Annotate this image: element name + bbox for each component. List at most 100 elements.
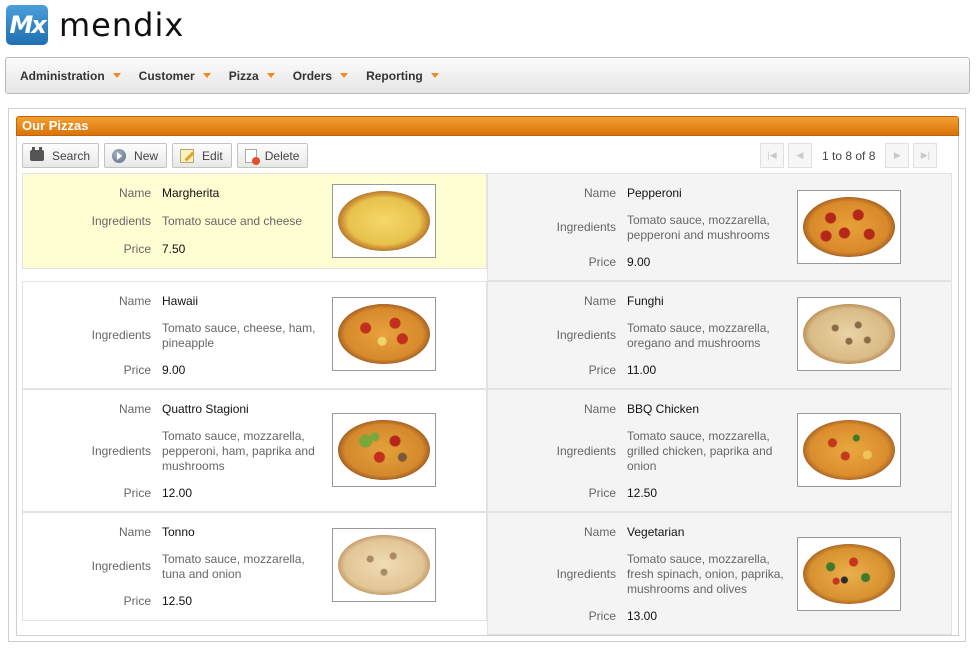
chevron-down-icon — [202, 73, 211, 78]
name-label: Name — [118, 294, 151, 308]
grid-toolbar: Search New Edit Delete — [22, 143, 313, 168]
pager-status: 1 to 8 of 8 — [822, 148, 876, 163]
name-label: Name — [583, 186, 616, 200]
pizza-card-funghi[interactable]: Name Funghi Ingredients Tomato sauce, mo… — [487, 281, 952, 389]
price-label: Price — [588, 486, 616, 500]
price-label: Price — [123, 594, 151, 608]
pizza-image — [797, 297, 901, 371]
pizza-card-quattro-stagioni[interactable]: Name Quattro Stagioni Ingredients Tomato… — [22, 389, 487, 512]
pizza-quattro-stagioni-icon — [338, 420, 430, 480]
pizza-ingredients: Tomato sauce, mozzarella, tuna and onion — [162, 552, 305, 581]
pizza-card-vegetarian[interactable]: Name Vegetarian Ingredients Tomato sauce… — [487, 512, 952, 635]
pizza-ingredients: Tomato sauce, mozzarella, fresh spinach,… — [627, 552, 784, 596]
ingredients-label: Ingredients — [91, 444, 151, 458]
pizza-hawaii-icon — [338, 304, 430, 364]
menu-label: Customer — [138, 68, 195, 83]
pizza-name: Vegetarian — [627, 525, 685, 539]
pizza-price: 12.50 — [162, 594, 193, 608]
pizza-card-bbq-chicken[interactable]: Name BBQ Chicken Ingredients Tomato sauc… — [487, 389, 952, 512]
pizza-ingredients: Tomato sauce and cheese — [162, 214, 303, 228]
ingredients-label: Ingredients — [556, 328, 616, 342]
ingredients-label: Ingredients — [556, 567, 616, 581]
logo-mark-icon: Mx — [6, 5, 48, 45]
pager: |◀ ◀ 1 to 8 of 8 ▶ ▶| — [760, 143, 941, 168]
panel-title: Our Pizzas — [16, 116, 959, 136]
pizza-price: 9.00 — [627, 255, 651, 269]
pizza-card-hawaii[interactable]: Name Hawaii Ingredients Tomato sauce, ch… — [22, 281, 487, 389]
pizza-margherita-icon — [338, 191, 430, 251]
pizza-image — [797, 190, 901, 264]
pizza-ingredients: Tomato sauce, mozzarella, pepperoni and … — [627, 213, 770, 242]
menu-label: Administration — [20, 68, 105, 83]
menu-administration[interactable]: Administration — [14, 58, 127, 93]
pizza-image — [797, 413, 901, 487]
ingredients-label: Ingredients — [556, 444, 616, 458]
ingredients-label: Ingredients — [91, 328, 151, 342]
pizza-price: 7.50 — [162, 242, 186, 256]
pizza-image — [332, 297, 436, 371]
menu-reporting[interactable]: Reporting — [360, 58, 445, 93]
main-menu-bar: Administration Customer Pizza Orders Rep… — [5, 57, 970, 94]
chevron-down-icon — [266, 73, 275, 78]
pizza-name: Funghi — [627, 294, 664, 308]
new-button-label: New — [134, 148, 159, 163]
ingredients-label: Ingredients — [91, 559, 151, 573]
last-page-icon[interactable]: ▶| — [913, 143, 938, 168]
name-label: Name — [583, 402, 616, 416]
pizza-price: 12.50 — [627, 486, 658, 500]
pizza-ingredients: Tomato sauce, mozzarella, grilled chicke… — [627, 429, 773, 473]
name-label: Name — [118, 186, 151, 200]
pizza-name: Tonno — [162, 525, 195, 539]
name-label: Name — [118, 402, 151, 416]
price-label: Price — [588, 363, 616, 377]
pizza-ingredients: Tomato sauce, mozzarella, pepperoni, ham… — [162, 429, 315, 473]
first-page-icon[interactable]: |◀ — [760, 143, 784, 168]
mendix-logo: Mx mendix — [6, 4, 184, 46]
pizza-card-pepperoni[interactable]: Name Pepperoni Ingredients Tomato sauce,… — [487, 173, 952, 281]
edit-button-label: Edit — [202, 148, 223, 163]
pizza-tonno-icon — [338, 535, 430, 595]
pizza-card-tonno[interactable]: Name Tonno Ingredients Tomato sauce, moz… — [22, 512, 487, 621]
menu-label: Reporting — [366, 68, 423, 83]
price-label: Price — [588, 609, 616, 623]
menu-label: Orders — [292, 68, 333, 83]
pizza-name: Hawaii — [162, 294, 199, 308]
pizza-pepperoni-icon — [803, 197, 895, 257]
pizza-vegetarian-icon — [803, 544, 895, 604]
chevron-down-icon — [340, 73, 349, 78]
binoculars-icon — [30, 147, 44, 161]
delete-button[interactable]: Delete — [236, 143, 309, 168]
name-label: Name — [118, 525, 151, 539]
play-circle-icon — [112, 148, 127, 163]
pizza-name: Margherita — [162, 186, 220, 200]
menu-label: Pizza — [228, 68, 259, 83]
search-button[interactable]: Search — [22, 143, 100, 168]
next-page-icon[interactable]: ▶ — [885, 143, 910, 168]
price-label: Price — [123, 242, 151, 256]
pizza-price: 9.00 — [162, 363, 186, 377]
ingredients-label: Ingredients — [91, 214, 151, 228]
delete-button-label: Delete — [264, 148, 300, 163]
pizza-name: Pepperoni — [627, 186, 682, 200]
new-button[interactable]: New — [104, 143, 168, 168]
menu-pizza[interactable]: Pizza — [223, 58, 281, 93]
pizza-image — [332, 528, 436, 602]
pizza-image — [332, 184, 436, 258]
search-button-label: Search — [52, 148, 91, 163]
pizza-funghi-icon — [803, 304, 895, 364]
name-label: Name — [583, 294, 616, 308]
chevron-down-icon — [112, 73, 121, 78]
ingredients-label: Ingredients — [556, 220, 616, 234]
price-label: Price — [588, 255, 616, 269]
menu-customer[interactable]: Customer — [133, 58, 217, 93]
logo-text: mendix — [59, 6, 185, 44]
pizza-card-margherita[interactable]: Name Margherita Ingredients Tomato sauce… — [22, 173, 487, 269]
name-label: Name — [583, 525, 616, 539]
delete-document-icon — [244, 148, 260, 165]
menu-orders[interactable]: Orders — [287, 58, 354, 93]
previous-page-icon[interactable]: ◀ — [788, 143, 812, 168]
edit-button[interactable]: Edit — [172, 143, 232, 168]
price-label: Price — [123, 363, 151, 377]
pizza-price: 12.00 — [162, 486, 193, 500]
pizza-bbq-chicken-icon — [803, 420, 895, 480]
